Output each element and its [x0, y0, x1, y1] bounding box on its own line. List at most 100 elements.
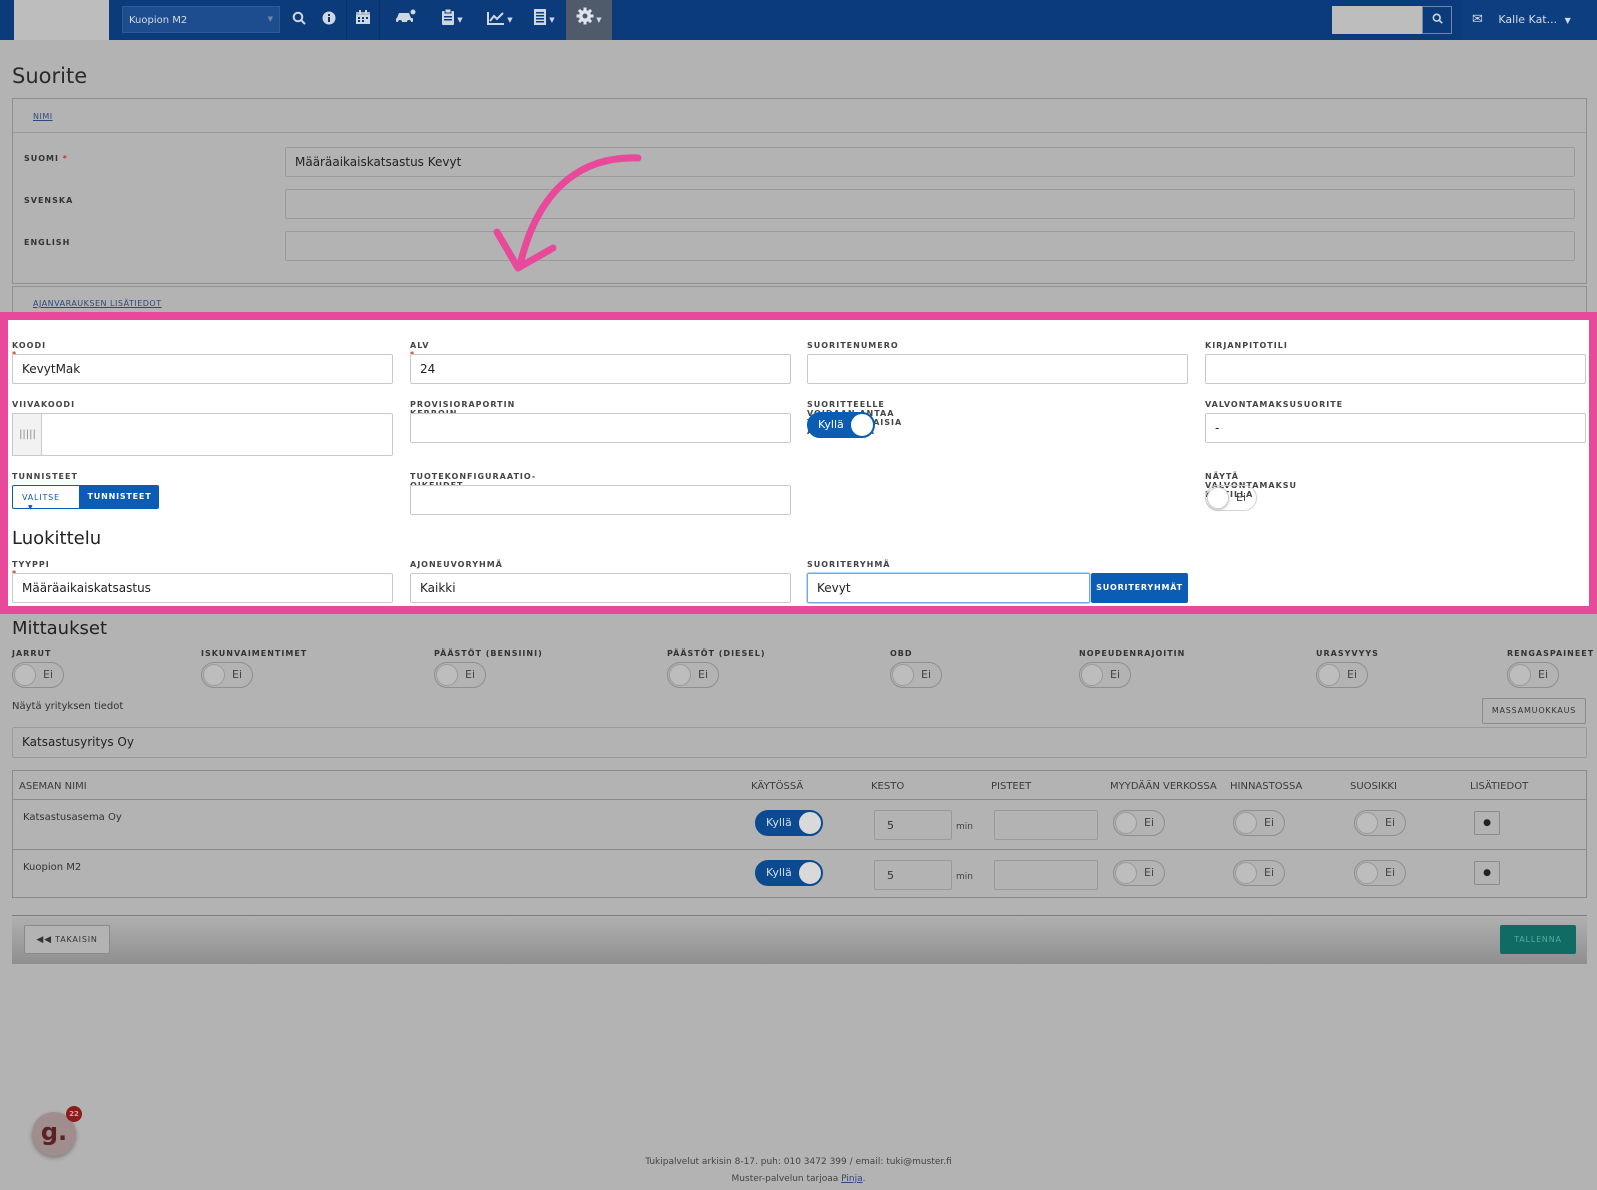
top-search-button[interactable]	[1422, 6, 1452, 34]
alv-input[interactable]: 24	[410, 354, 791, 384]
column-header: SUOSIKKI	[1350, 781, 1397, 792]
enabled-toggle[interactable]: Kyllä	[755, 860, 823, 886]
column-header: LISÄTIEDOT	[1470, 781, 1529, 792]
save-button[interactable]: TALLENNA	[1500, 925, 1576, 954]
iskunvaimentimet-toggle[interactable]: Ei	[201, 662, 253, 688]
duration-unit: min	[956, 822, 973, 832]
chat-widget-button[interactable]: g. 22	[32, 1106, 82, 1156]
nayta-toggle[interactable]: Ei	[1205, 485, 1257, 511]
viivakoodi-label: VIIVAKOODI	[12, 400, 76, 409]
discount-toggle[interactable]: Kyllä	[807, 412, 875, 438]
column-header: HINNASTOSSA	[1230, 781, 1303, 792]
koodi-input[interactable]: KevytMak	[12, 354, 393, 384]
provisio-input[interactable]	[410, 413, 791, 443]
notification-count: 22	[66, 1106, 82, 1122]
rengaspaineet-label: RENGASPAINEET	[1507, 649, 1595, 658]
table-row: Katsastusasema Oy Kyllä 5 min Ei Ei Ei ●	[13, 799, 1586, 849]
pricelist-toggle[interactable]: Ei	[1233, 810, 1285, 836]
annotation-arrow	[493, 154, 642, 272]
suoriteryhmat-button[interactable]: SUORITERYHMÄT	[1091, 573, 1188, 603]
online-toggle[interactable]: Ei	[1113, 860, 1165, 886]
info-icon[interactable]: ●	[1474, 861, 1500, 885]
valitse-dropdown[interactable]: VALITSE ▼	[12, 485, 80, 511]
back-button[interactable]: ◀◀ TAKAISIN	[24, 925, 110, 954]
points-input[interactable]	[994, 860, 1098, 890]
tuotekonf-input[interactable]	[410, 485, 791, 515]
column-header: ASEMAN NIMI	[19, 781, 87, 792]
favorite-toggle[interactable]: Ei	[1354, 860, 1406, 886]
logo[interactable]	[14, 0, 109, 40]
discount-toggle-text: Kyllä	[818, 418, 844, 431]
pinja-link[interactable]: Pinja	[841, 1174, 862, 1184]
info-icon[interactable]: ●	[1474, 811, 1500, 835]
suoritenumero-label: SUORITENUMERO	[807, 341, 899, 350]
calendar-icon[interactable]	[346, 0, 380, 40]
enabled-toggle[interactable]: Kyllä	[755, 810, 823, 836]
suoriteryhma-select[interactable]: Kevyt	[807, 573, 1090, 603]
station-name: Kuopion M2	[23, 862, 82, 873]
obd-toggle[interactable]: Ei	[890, 662, 942, 688]
ajoneuvo-select[interactable]: Kaikki	[410, 573, 791, 603]
obd-label: OBD	[890, 649, 913, 658]
chevron-down-icon: ▼	[267, 15, 273, 23]
info-icon[interactable]	[318, 0, 340, 40]
jarrut-toggle[interactable]: Ei	[12, 662, 64, 688]
clipboard-icon[interactable]: ▼	[430, 0, 474, 40]
measurements-heading: Mittaukset	[12, 618, 108, 639]
search-icon[interactable]	[288, 0, 310, 40]
user-menu[interactable]: ✉ Kalle Kat... ▼	[1462, 0, 1597, 40]
tunnisteet-button[interactable]: TUNNISTEET	[80, 485, 159, 509]
pricelist-toggle[interactable]: Ei	[1233, 860, 1285, 886]
column-header: PISTEET	[991, 781, 1032, 792]
chat-widget-letter: g.	[40, 1118, 68, 1146]
highlight-frame: KOODI * KevytMak ALV * 24 SUORITENUMERO …	[0, 312, 1597, 614]
column-header: KÄYTÖSSÄ	[751, 781, 804, 792]
points-input[interactable]	[994, 810, 1098, 840]
tyyppi-select[interactable]: Määräaikaiskatsastus	[12, 573, 393, 603]
barcode-icon: |||||	[12, 413, 42, 456]
kirjanpitotili-label: KIRJANPITOTILI	[1205, 341, 1288, 350]
nayta-toggle-text: Ei	[1236, 491, 1247, 504]
valvonta-select[interactable]: -	[1205, 413, 1586, 443]
paastot-bensiini-label: PÄÄSTÖT (BENSIINI)	[434, 649, 543, 658]
duration-input[interactable]: 5	[874, 810, 952, 840]
footer-support: Tukipalvelut arkisin 8-17. puh: 010 3472…	[645, 1157, 952, 1167]
rengaspaineet-toggle[interactable]: Ei	[1507, 662, 1559, 688]
svenska-input[interactable]	[285, 189, 1575, 219]
english-label: ENGLISH	[24, 238, 71, 247]
kirjanpitotili-input[interactable]	[1205, 354, 1586, 384]
stations-table: ASEMAN NIMI KÄYTÖSSÄ KESTO PISTEET MYYDÄ…	[12, 770, 1587, 898]
duration-unit: min	[956, 872, 973, 882]
search-icon	[1432, 13, 1443, 24]
urasyvyys-label: URASYVYYS	[1316, 649, 1379, 658]
receipt-icon[interactable]: ▼	[526, 0, 562, 40]
column-header: MYYDÄÄN VERKOSSA	[1110, 781, 1217, 792]
favorite-toggle[interactable]: Ei	[1354, 810, 1406, 836]
urasyvyys-toggle[interactable]: Ei	[1316, 662, 1368, 688]
chart-line-icon[interactable]: ▼	[478, 0, 522, 40]
online-toggle[interactable]: Ei	[1113, 810, 1165, 836]
footer-provider: Muster-palvelun tarjoaa Pinja.	[731, 1174, 866, 1184]
gear-icon[interactable]: ▼	[566, 0, 612, 40]
top-navbar: Kuopion M2 ▼ ▼ ▼ ▼ ▼ ✉ Kalle Kat... ▼	[0, 0, 1597, 40]
location-select[interactable]: Kuopion M2 ▼	[122, 6, 280, 33]
action-bar	[12, 915, 1587, 964]
duration-input[interactable]: 5	[874, 860, 952, 890]
viivakoodi-textarea[interactable]	[41, 413, 393, 456]
english-input[interactable]	[285, 231, 1575, 261]
mail-icon[interactable]: ✉	[1472, 12, 1483, 27]
paastot-bensiini-toggle[interactable]: Ei	[434, 662, 486, 688]
name-section-header[interactable]: NIMI	[33, 112, 53, 121]
chevron-down-icon: ▼	[1564, 16, 1571, 25]
mass-edit-button[interactable]: MASSAMUOKKAUS	[1482, 698, 1586, 724]
suomi-input[interactable]: Määräaikaiskatsastus Kevyt	[285, 147, 1575, 177]
nopeudenrajoitin-toggle[interactable]: Ei	[1079, 662, 1131, 688]
station-name: Katsastusasema Oy	[23, 812, 122, 823]
car-icon[interactable]	[388, 0, 422, 40]
company-input[interactable]: Katsastusyritys Oy	[12, 727, 1587, 758]
jarrut-label: JARRUT	[12, 649, 52, 658]
ajoneuvo-label: AJONEUVORYHMÄ	[410, 560, 503, 569]
booking-section-header[interactable]: AJANVARAUKSEN LISÄTIEDOT	[33, 299, 162, 308]
paastot-diesel-toggle[interactable]: Ei	[667, 662, 719, 688]
suoritenumero-input[interactable]	[807, 354, 1188, 384]
